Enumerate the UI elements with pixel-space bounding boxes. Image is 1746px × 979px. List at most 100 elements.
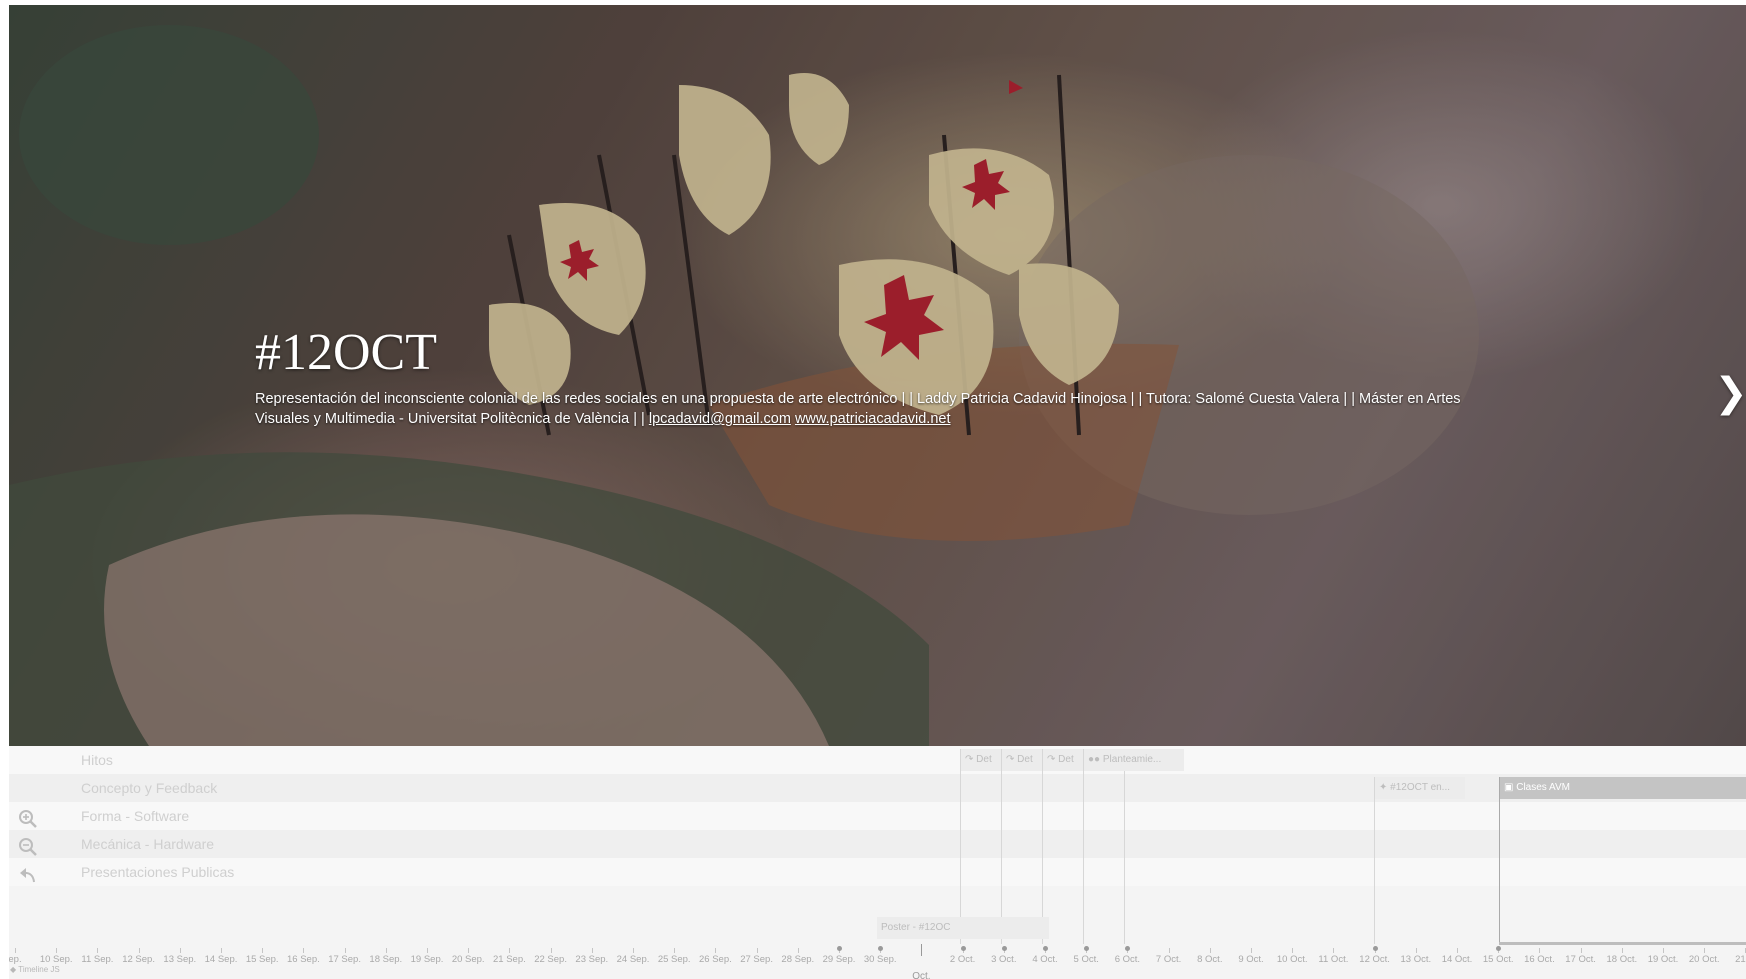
axis-tick <box>179 948 181 953</box>
event-dot[interactable] <box>1496 946 1502 951</box>
axis-tick-label: 16 Oct. <box>1524 954 1555 965</box>
axis-tick-label: 28 Sep. <box>781 954 815 965</box>
marker-poster[interactable]: Poster - #12OC <box>877 917 1049 939</box>
email-link[interactable]: lpcadavid@gmail.com <box>649 411 791 427</box>
axis-tick <box>1539 948 1541 953</box>
axis-tick-label: 17 Sep. <box>328 954 361 965</box>
marker-label: Det <box>1058 754 1074 765</box>
axis-tick-label: 18 Sep. <box>369 954 403 965</box>
axis-tick-label: 16 Sep. <box>287 954 320 965</box>
website-link[interactable]: www.patriciacadavid.net <box>795 411 951 427</box>
slide-title: #12OCT <box>255 324 437 381</box>
group-label-hitos: Hitos <box>81 752 113 768</box>
axis-tick <box>1621 948 1623 953</box>
axis-tick <box>1168 948 1170 953</box>
event-dot[interactable] <box>837 946 842 951</box>
axis-tick-label: 15 Oct. <box>1482 954 1514 965</box>
marker-line <box>1374 777 1375 944</box>
axis-tick-label: 2 Oct. <box>949 954 976 965</box>
axis-tick <box>138 948 140 953</box>
axis-tick-label: 10 Oct. <box>1276 954 1308 965</box>
axis-tick <box>1292 948 1294 953</box>
axis-tick <box>344 948 346 953</box>
axis-tick-label: 13 Sep. <box>163 954 197 965</box>
axis-tick-label: 18 Oct. <box>1606 954 1638 965</box>
axis-tick-label: 15 Sep. <box>245 954 279 965</box>
axis-tick-label: 30 Sep. <box>863 954 897 965</box>
event-dot[interactable] <box>1372 946 1378 951</box>
axis-tick <box>427 948 428 953</box>
month-label: Oct. <box>912 971 931 979</box>
marker-label: #12OCT en... <box>1390 782 1451 793</box>
axis-tick <box>633 948 634 953</box>
axis-tick <box>797 948 799 953</box>
axis-tick-label: 26 Sep. <box>699 954 732 965</box>
marker-line <box>960 749 961 944</box>
month-tick <box>921 944 923 956</box>
next-slide-arrow-icon[interactable]: ❯ <box>1711 373 1746 413</box>
marker-line-active <box>1499 777 1500 944</box>
axis-tick-label: 22 Sep. <box>534 954 567 965</box>
event-dot[interactable] <box>1125 946 1131 951</box>
axis-tick <box>1415 948 1417 953</box>
marker-det-3[interactable]: ↷ Det <box>1043 749 1083 771</box>
axis-tick <box>1580 948 1582 953</box>
axis-tick <box>56 948 58 953</box>
marker-label: Clases AVM <box>1516 782 1570 793</box>
axis-tick-label: 17 Oct. <box>1565 954 1596 965</box>
axis-tick <box>1333 948 1335 953</box>
axis-tick-label: 13 Oct. <box>1400 954 1432 965</box>
axis-tick <box>385 948 387 953</box>
axis-tick <box>97 948 99 953</box>
slide-text: #12OCT Representación del inconsciente c… <box>255 323 1515 429</box>
marker-label: Det <box>976 754 992 765</box>
axis-tick-label: 21 O <box>1735 954 1746 965</box>
back-to-start-icon[interactable] <box>17 863 39 885</box>
group-label-presentaciones: Presentaciones Publicas <box>81 864 235 880</box>
zoom-in-icon[interactable] <box>17 808 39 830</box>
marker-planteamiento[interactable]: ●● Planteamie... <box>1084 749 1184 771</box>
axis-tick-label: 27 Sep. <box>740 954 773 965</box>
marker-line <box>1083 749 1084 944</box>
axis-tick-label: 6 Oct. <box>1114 954 1141 965</box>
event-dot[interactable] <box>1084 946 1090 951</box>
timeline-js-credit[interactable]: ◆ Timeline JS <box>10 965 60 974</box>
axis-tick <box>1209 948 1211 953</box>
slide-description: Representación del inconsciente colonial… <box>255 389 1515 429</box>
marker-12oct-en[interactable]: ✦ #12OCT en... <box>1375 777 1465 799</box>
group-band-forma: Forma - Software <box>9 802 1746 830</box>
axis-tick <box>303 948 305 953</box>
link-icon: ↷ <box>965 754 977 765</box>
axis-tick-label: 12 Sep. <box>122 954 155 965</box>
axis-tick-label: 5 Oct. <box>1073 954 1099 965</box>
axis-tick-label: 7 Oct. <box>1155 954 1182 965</box>
axis-tick <box>468 948 470 953</box>
event-dot[interactable] <box>1001 946 1007 951</box>
axis-tick-label: 23 Sep. <box>575 954 609 965</box>
marker-clases-avm[interactable]: ▣ Clases AVM <box>1500 777 1746 799</box>
event-dot[interactable] <box>878 946 884 951</box>
event-dot[interactable] <box>1043 946 1048 951</box>
axis-tick <box>1704 948 1706 953</box>
axis-tick-label: 20 Sep. <box>451 954 485 965</box>
group-band-presentaciones: Presentaciones Publicas <box>9 858 1746 886</box>
group-band-concepto: Concepto y Feedback <box>9 774 1746 802</box>
axis-tick-label: 24 Sep. <box>616 954 650 965</box>
marker-det-1[interactable]: ↷ Det <box>961 749 1001 771</box>
event-dot[interactable] <box>960 946 966 951</box>
marker-line <box>1042 749 1043 944</box>
axis-tick-label: 10 Sep. <box>39 954 73 965</box>
marker-det-2[interactable]: ↷ Det <box>1002 749 1042 771</box>
group-label-mecanica: Mecánica - Hardware <box>81 836 215 852</box>
axis-tick-label: 29 Sep. <box>822 954 856 965</box>
group-label-concepto: Concepto y Feedback <box>81 780 218 796</box>
axis-tick <box>15 948 16 953</box>
timeline-navigator[interactable]: Hitos Concepto y Feedback Forma - Softwa… <box>9 746 1746 979</box>
axis-tick-label: 4 Oct. <box>1032 954 1058 965</box>
axis-tick <box>1457 948 1458 953</box>
axis-tick <box>591 948 593 953</box>
zoom-out-icon[interactable] <box>17 836 39 858</box>
axis-tick-label: ep. <box>9 954 22 965</box>
axis-tick-label: 20 Oct. <box>1688 954 1720 965</box>
marker-line <box>1124 749 1125 944</box>
